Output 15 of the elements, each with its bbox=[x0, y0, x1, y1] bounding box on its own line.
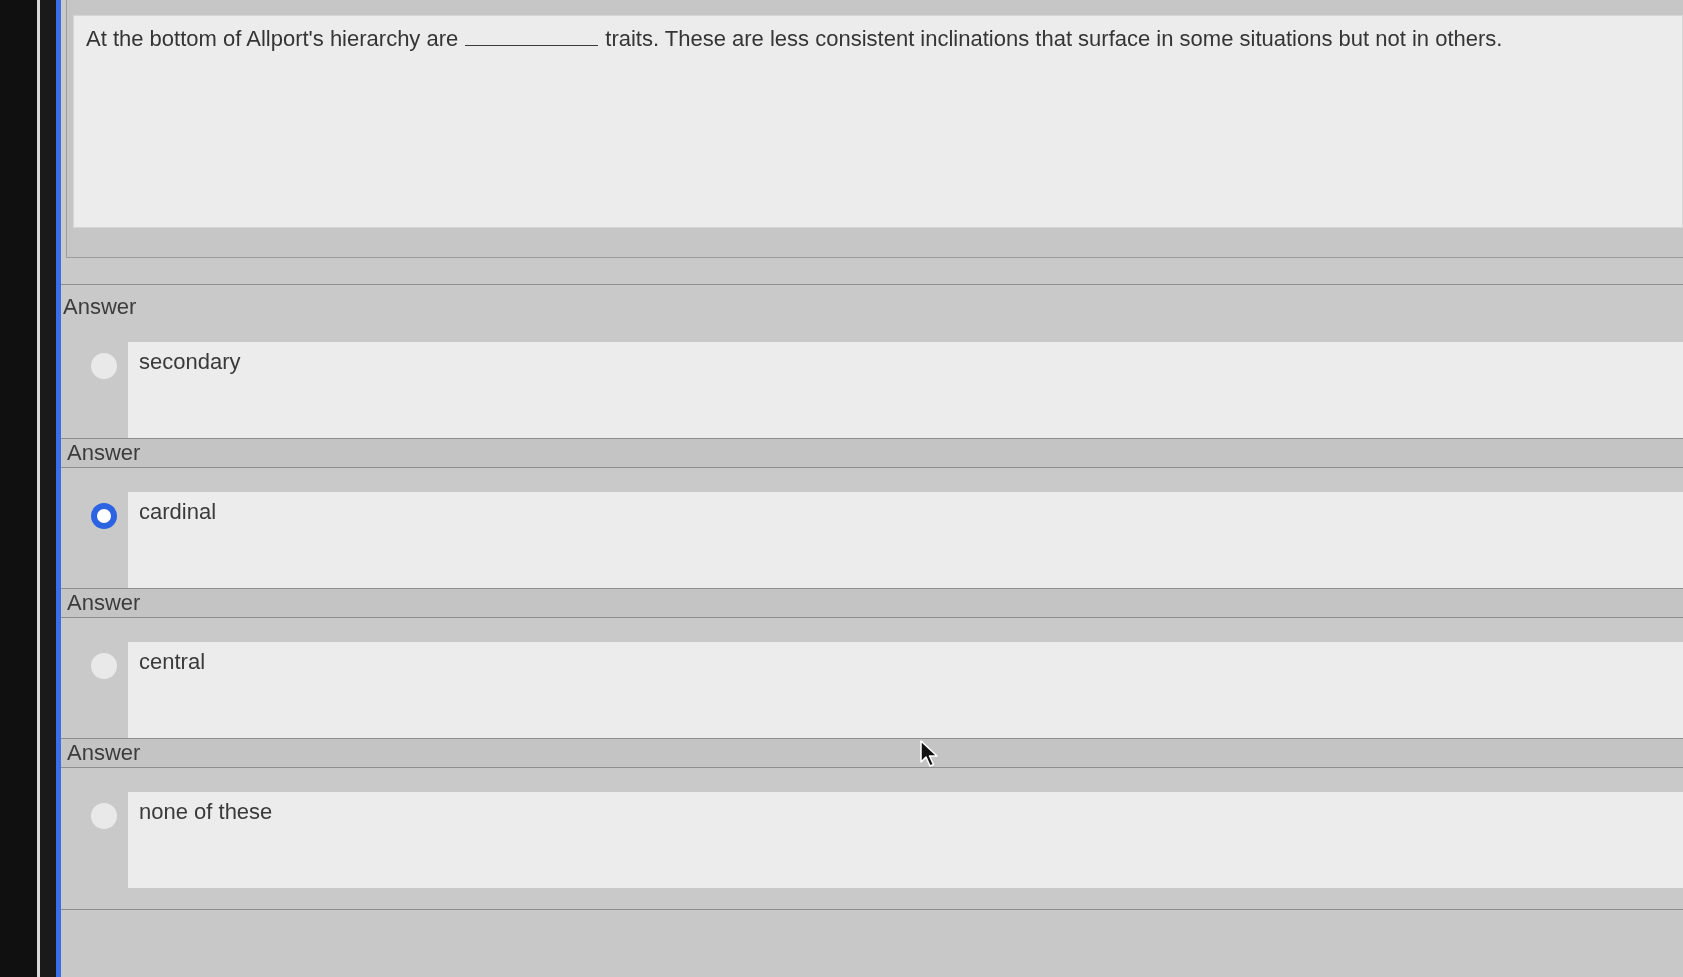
radio-button[interactable] bbox=[90, 503, 117, 529]
question-text: traits. These are less consistent inclinations that surface in some situations but not in others. bbox=[605, 25, 1503, 53]
answer-choice[interactable]: central bbox=[128, 642, 1683, 738]
answer-label: Answer bbox=[67, 742, 141, 764]
answer-label: Answer bbox=[67, 592, 141, 614]
radio-button[interactable] bbox=[90, 353, 117, 379]
mouse-pointer-icon bbox=[920, 740, 939, 768]
answer-choice[interactable]: cardinal bbox=[128, 492, 1683, 588]
radio-button[interactable] bbox=[90, 653, 117, 679]
radio-button[interactable] bbox=[90, 803, 117, 829]
answer-choice[interactable]: secondary bbox=[128, 342, 1683, 438]
answer-label: Answer bbox=[63, 295, 137, 318]
question-text: At the bottom of Allport's hierarchy are bbox=[86, 25, 459, 53]
answer-label: Answer bbox=[67, 442, 141, 464]
answer-choice[interactable]: none of these bbox=[128, 792, 1683, 888]
